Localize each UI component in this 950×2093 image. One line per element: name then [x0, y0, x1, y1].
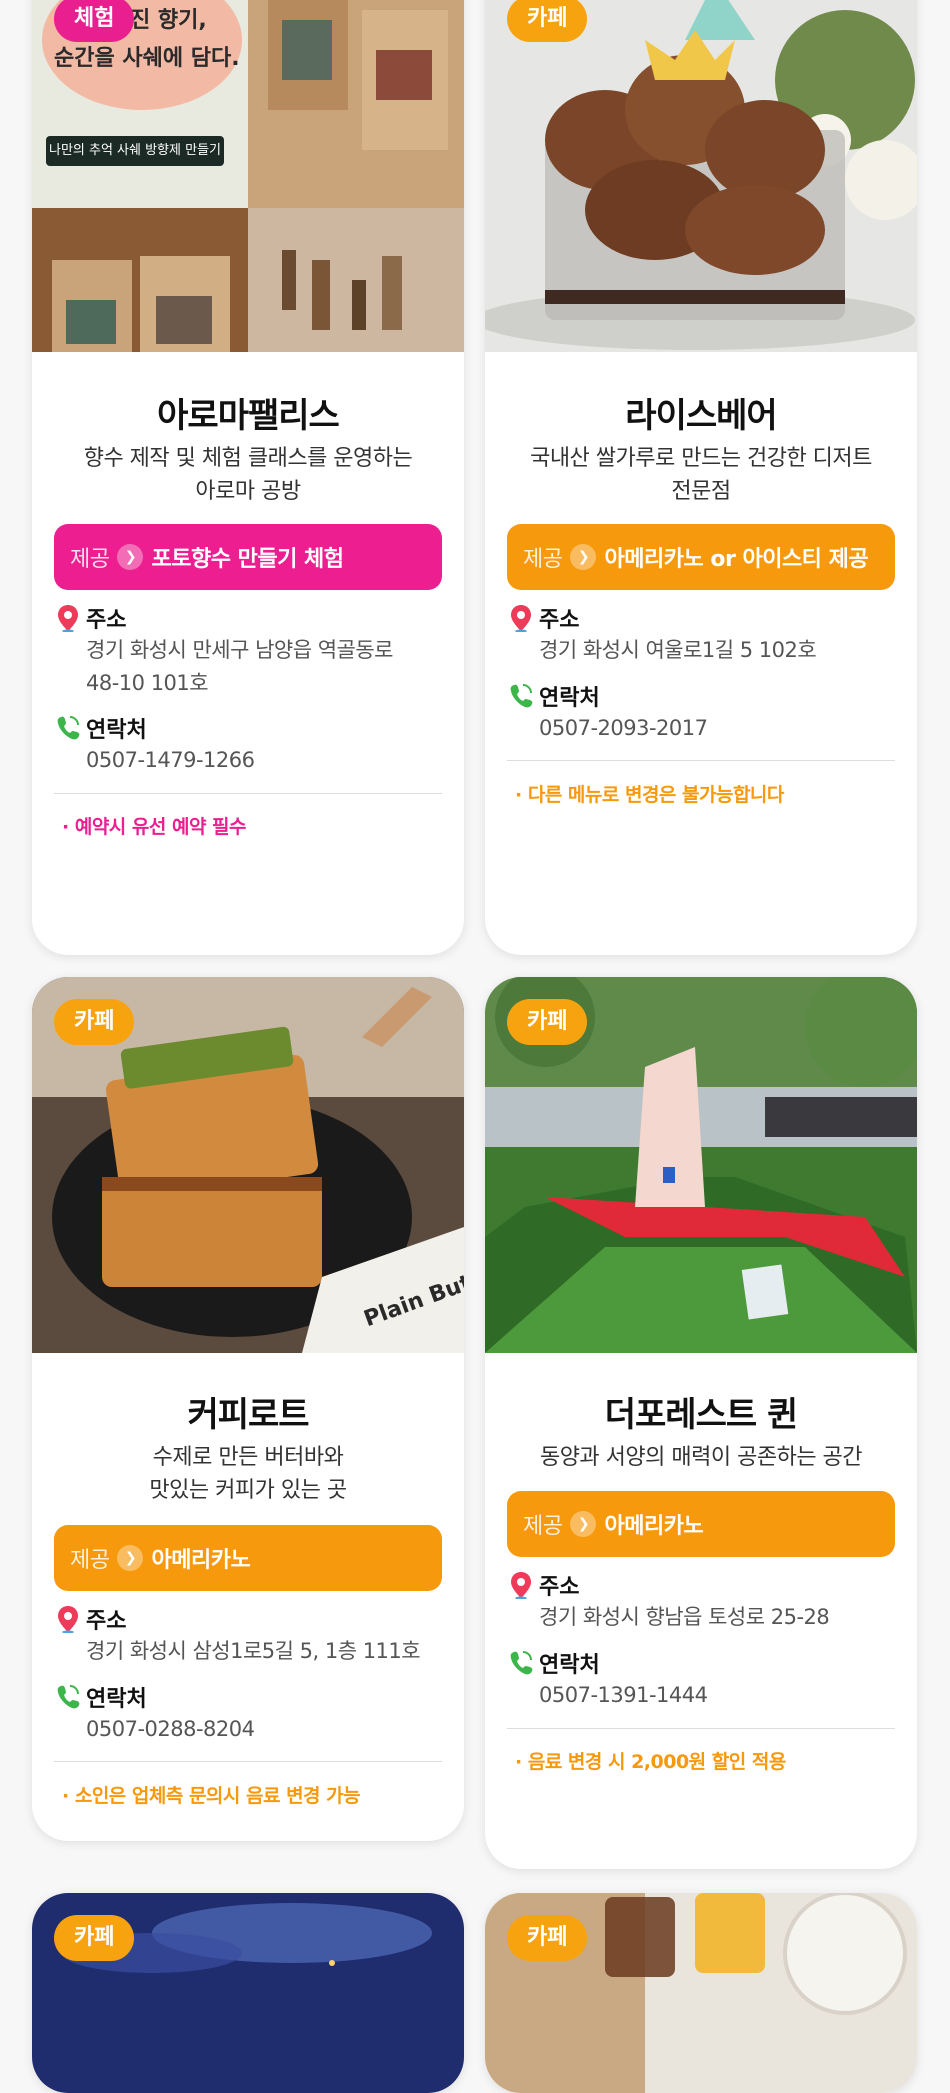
map-pin-icon [58, 1606, 78, 1633]
notice-text: · 소인은 업체측 문의시 음료 변경 가능 [62, 1785, 361, 1807]
address-line: 경기 화성시 여울로1길 5 102호 [539, 638, 817, 662]
place-description: 국내산 쌀가루로 만드는 건강한 디저트 전문점 [501, 442, 901, 508]
contact-section: 연락처 0507-2093-2017 [509, 680, 893, 745]
address-value: 경기 화성시 향남읍 토성로 25-28 [509, 1601, 893, 1634]
offer-banner: 제공 ❯ 아메리카노 [507, 1491, 895, 1557]
divider [507, 760, 895, 761]
offer-label: 제공 [523, 1514, 563, 1539]
chevron-right-icon: ❯ [570, 544, 597, 570]
address-section: 주소 경기 화성시 여울로1길 5 102호 [509, 602, 893, 667]
phone-icon [510, 1651, 533, 1675]
description-line: 전문점 [671, 479, 731, 504]
phone-number[interactable]: 0507-1479-1266 [56, 744, 440, 777]
contact-label: 연락처 [539, 686, 600, 711]
category-tag: 카페 [507, 999, 588, 1045]
place-card-partial-left[interactable]: 카페 [32, 1893, 464, 2093]
divider [54, 793, 442, 794]
address-line: 경기 화성시 만세구 남양읍 역골동로 [86, 638, 394, 662]
category-tag: 카페 [507, 1915, 588, 1961]
place-card-the-forest-queen[interactable]: 카페 더포레스트 퀸 동양과 서양의 매력이 공존하는 공간 제공 ❯ 아메리카… [485, 977, 917, 1869]
category-tag: 카페 [54, 999, 135, 1045]
map-pin-icon [511, 1572, 531, 1599]
address-section: 주소 경기 화성시 향남읍 토성로 25-28 [509, 1569, 893, 1634]
phone-icon [510, 684, 533, 708]
offer-label: 제공 [70, 547, 110, 572]
offer-banner: 제공 ❯ 아메리카노 [54, 1525, 442, 1591]
contact-section: 연락처 0507-0288-8204 [56, 1681, 440, 1746]
offer-banner: 제공 ❯ 포토향수 만들기 체험 [54, 524, 442, 590]
divider [507, 1728, 895, 1729]
divider [54, 1761, 442, 1762]
address-line: 48-10 101호 [86, 671, 209, 695]
chevron-right-icon: ❯ [117, 544, 144, 570]
cake-photo [485, 0, 917, 352]
category-tag: 카페 [54, 1915, 135, 1961]
offer-text: 포토향수 만들기 체험 [151, 547, 344, 572]
notice-text: · 음료 변경 시 2,000원 할인 적용 [515, 1751, 786, 1773]
place-card-aroma-palace[interactable]: 진 향기, 순간을 사쉐에 담다. 나만의 추억 사쉐 방향제 만들기 체험 아… [32, 0, 464, 955]
map-pin-icon [511, 605, 531, 632]
place-title: 아로마팰리스 [157, 396, 340, 436]
address-line: 경기 화성시 삼성1로5길 5, 1층 111호 [86, 1639, 421, 1663]
place-description: 향수 제작 및 체험 클래스를 운영하는 아로마 공방 [48, 442, 448, 508]
place-title: 라이스베어 [625, 396, 777, 436]
offer-text: 아메리카노 [151, 1548, 251, 1573]
place-description: 수제로 만든 버터바와 맛있는 커피가 있는 곳 [48, 1441, 448, 1507]
place-card-partial-right[interactable]: 카페 [485, 1893, 917, 2093]
contact-label: 연락처 [539, 1653, 600, 1678]
contact-section: 연락처 0507-1391-1444 [509, 1647, 893, 1712]
description-line: 맛있는 커피가 있는 곳 [149, 1478, 347, 1503]
contact-label: 연락처 [86, 1687, 147, 1712]
description-line: 국내산 쌀가루로 만드는 건강한 디저트 [530, 446, 872, 471]
phone-number[interactable]: 0507-2093-2017 [509, 712, 893, 745]
notice-text: · 예약시 유선 예약 필수 [62, 816, 247, 838]
address-value: 경기 화성시 만세구 남양읍 역골동로 48-10 101호 [56, 634, 440, 700]
offer-label: 제공 [523, 547, 563, 572]
contact-section: 연락처 0507-1479-1266 [56, 712, 440, 777]
address-label: 주소 [539, 608, 580, 633]
address-section: 주소 경기 화성시 만세구 남양읍 역골동로 48-10 101호 [56, 602, 440, 700]
description-line: 향수 제작 및 체험 클래스를 운영하는 [83, 446, 413, 471]
description-line: 아로마 공방 [195, 479, 301, 504]
description-line: 수제로 만든 버터바와 [152, 1445, 344, 1470]
place-card-coffee-rot[interactable]: Plain Butter Bo 카페 커피로트 수제로 만든 버터바와 맛있는 … [32, 977, 464, 1841]
address-label: 주소 [86, 608, 127, 633]
address-label: 주소 [539, 1575, 580, 1600]
place-photo [485, 0, 917, 352]
map-pin-icon [58, 605, 78, 632]
address-value: 경기 화성시 삼성1로5길 5, 1층 111호 [56, 1635, 440, 1668]
notice-text: · 다른 메뉴로 변경은 불가능합니다 [515, 784, 784, 806]
offer-banner: 제공 ❯ 아메리카노 or 아이스티 제공 [507, 524, 895, 590]
offer-label: 제공 [70, 1548, 110, 1573]
place-description: 동양과 서양의 매력이 공존하는 공간 [501, 1441, 901, 1474]
place-photo: 진 향기, 순간을 사쉐에 담다. 나만의 추억 사쉐 방향제 만들기 [32, 0, 464, 352]
chevron-right-icon: ❯ [570, 1511, 597, 1537]
category-tag: 카페 [507, 0, 588, 42]
chevron-right-icon: ❯ [117, 1545, 144, 1571]
offer-text: 아메리카노 [604, 1514, 704, 1539]
offer-text: 아메리카노 or 아이스티 제공 [604, 547, 869, 572]
category-tag: 체험 [54, 0, 135, 42]
place-title: 더포레스트 퀸 [604, 1395, 799, 1435]
phone-number[interactable]: 0507-1391-1444 [509, 1679, 893, 1712]
address-label: 주소 [86, 1609, 127, 1634]
phone-icon [57, 1685, 80, 1709]
photo-caption-line: 순간을 사쉐에 담다. [54, 46, 240, 71]
phone-icon [57, 716, 80, 740]
place-card-rice-bear[interactable]: 카페 라이스베어 국내산 쌀가루로 만드는 건강한 디저트 전문점 제공 ❯ 아… [485, 0, 917, 955]
description-line: 동양과 서양의 매력이 공존하는 공간 [539, 1445, 863, 1470]
address-line: 경기 화성시 향남읍 토성로 25-28 [539, 1605, 830, 1629]
contact-label: 연락처 [86, 718, 147, 743]
phone-number[interactable]: 0507-0288-8204 [56, 1713, 440, 1746]
photo-button-text: 나만의 추억 사쉐 방향제 만들기 [48, 143, 221, 158]
address-section: 주소 경기 화성시 삼성1로5길 5, 1층 111호 [56, 1603, 440, 1668]
place-title: 커피로트 [187, 1395, 309, 1435]
address-value: 경기 화성시 여울로1길 5 102호 [509, 634, 893, 667]
